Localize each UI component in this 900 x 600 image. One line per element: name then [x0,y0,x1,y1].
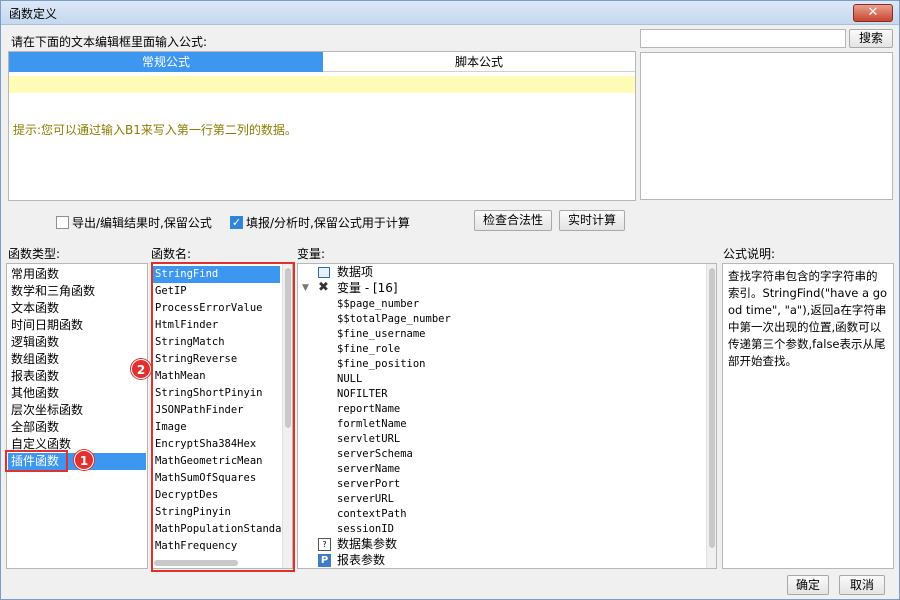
variable-item[interactable]: NULL [337,372,362,387]
category-item[interactable]: 常用函数 [11,266,59,283]
category-item[interactable]: 报表函数 [11,368,59,385]
variable-item[interactable]: serverPort [337,477,400,492]
variable-item[interactable]: NOFILTER [337,387,388,402]
variable-group-icon: ✖ [318,280,329,295]
variable-item[interactable]: $$page_number [337,297,419,312]
export-keep-formula-checkbox[interactable] [56,216,69,229]
variable-item[interactable]: formletName [337,417,407,432]
variable-item[interactable]: $fine_username [337,327,426,342]
category-item[interactable]: 全部函数 [11,419,59,436]
description-label: 公式说明: [723,247,776,261]
variable-tree: 数据项 ▼ ✖ 变量 - [16] $$page_number $$totalP… [297,263,717,569]
tree-node-variables[interactable]: 变量 - [16] [337,281,398,296]
search-results-panel [640,52,893,200]
category-item[interactable]: 文本函数 [11,300,59,317]
annotation-box-2 [151,262,295,572]
export-keep-formula-label: 导出/编辑结果时,保留公式 [72,216,212,230]
close-button[interactable]: ✕ [853,4,893,22]
variable-item[interactable]: reportName [337,402,400,417]
variable-tree-scrollbar[interactable] [706,264,716,568]
variable-item[interactable]: $fine_position [337,357,426,372]
realtime-calc-button[interactable]: 实时计算 [559,210,625,231]
search-button[interactable]: 搜索 [849,29,893,48]
category-item[interactable]: 层次坐标函数 [11,402,83,419]
variable-item[interactable]: $fine_role [337,342,400,357]
report-params-icon: P [318,554,331,567]
category-item[interactable]: 时间日期函数 [11,317,83,334]
editor-prompt: 请在下面的文本编辑框里面输入公式: [11,35,208,49]
variable-item[interactable]: contextPath [337,507,407,522]
fill-keep-formula-checkbox[interactable]: ✓ [230,216,243,229]
category-item[interactable]: 逻辑函数 [11,334,59,351]
category-list-label: 函数类型: [8,247,61,261]
cancel-button[interactable]: 取消 [839,575,885,595]
search-input[interactable] [640,29,846,48]
annotation-box-1 [5,450,68,472]
variable-list-label: 变量: [297,247,326,261]
tree-node-data-item[interactable]: 数据项 [337,265,373,280]
category-item[interactable]: 数组函数 [11,351,59,368]
check-validity-button[interactable]: 检查合法性 [474,210,552,231]
tab-script-formula[interactable]: 脚本公式 [323,52,635,72]
variable-item[interactable]: sessionID [337,522,394,537]
dataset-params-icon: ? [318,538,331,551]
window-title: 函数定义 [9,7,58,21]
category-item[interactable]: 数学和三角函数 [11,283,95,300]
title-bar: 函数定义 ✕ [1,1,899,25]
tree-node-report-params[interactable]: 报表参数 [337,553,385,568]
variable-item[interactable]: serverSchema [337,447,413,462]
fill-keep-formula-label: 填报/分析时,保留公式用于计算 [246,216,410,230]
variable-item[interactable]: serverName [337,462,400,477]
annotation-badge-2: 2 [131,359,151,379]
variable-item[interactable]: $$totalPage_number [337,312,451,327]
formula-editor[interactable]: 常规公式 脚本公式 提示:您可以通过输入B1来写入第一行第二列的数据。 [8,51,636,201]
category-item[interactable]: 其他函数 [11,385,59,402]
formula-description: 查找字符串包含的字字符串的索引。StringFind("have a good … [722,263,894,569]
ok-button[interactable]: 确定 [787,575,829,595]
current-line-highlight [9,76,635,93]
variable-item[interactable]: serverURL [337,492,394,507]
variable-tree-scroll-thumb[interactable] [709,268,715,548]
expand-arrow-icon[interactable]: ▼ [302,283,309,293]
category-list: 常用函数 数学和三角函数 文本函数 时间日期函数 逻辑函数 数组函数 报表函数 … [6,263,148,569]
data-item-icon [318,267,330,278]
function-list-label: 函数名: [151,247,192,261]
dialog-window: 函数定义 ✕ 请在下面的文本编辑框里面输入公式: 搜索 常规公式 脚本公式 提示… [0,0,900,600]
annotation-badge-1: 1 [74,450,94,470]
variable-item[interactable]: servletURL [337,432,400,447]
editor-hint: 提示:您可以通过输入B1来写入第一行第二列的数据。 [13,123,297,137]
tab-regular-formula[interactable]: 常规公式 [9,52,323,72]
tree-node-dataset-params[interactable]: 数据集参数 [337,537,397,552]
